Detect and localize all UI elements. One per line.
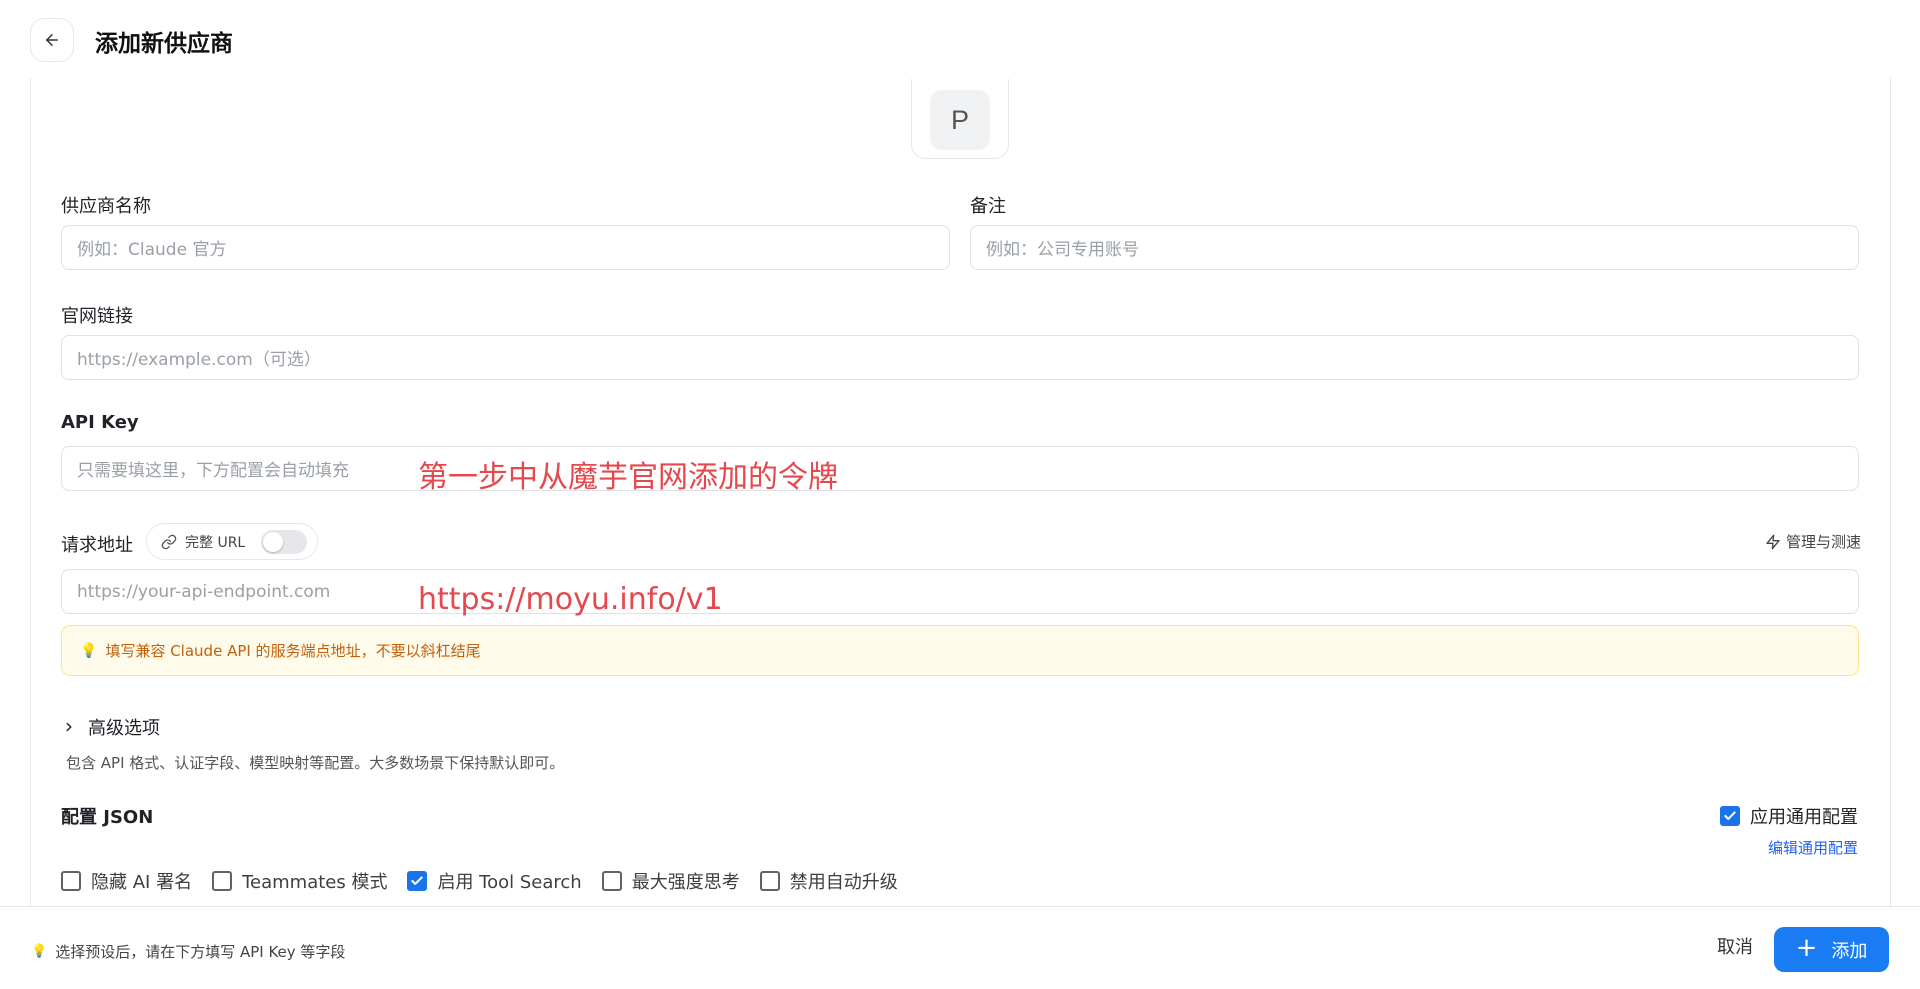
website-label: 官网链接 bbox=[61, 306, 133, 327]
website-input[interactable]: https://example.com（可选） bbox=[61, 335, 1859, 380]
endpoint-placeholder: https://your-api-endpoint.com bbox=[77, 581, 331, 602]
note-input[interactable]: 例如：公司专用账号 bbox=[970, 225, 1859, 270]
page-header: 添加新供应商 bbox=[0, 0, 1920, 78]
footer-tip: 💡 选择预设后，请在下方填写 API Key 等字段 bbox=[31, 941, 345, 962]
form-panel bbox=[30, 78, 1891, 908]
footer-tip-text: 选择预设后，请在下方填写 API Key 等字段 bbox=[55, 943, 346, 961]
option-max-thinking[interactable]: 最大强度思考 bbox=[601, 868, 740, 894]
endpoint-annotation: https://moyu.info/v1 bbox=[418, 582, 723, 617]
apply-common-label: 应用通用配置 bbox=[1750, 807, 1858, 828]
advanced-options-toggle[interactable]: 高级选项 bbox=[62, 714, 160, 740]
provider-name-placeholder: 例如：Claude 官方 bbox=[77, 240, 227, 260]
chevron-right-icon bbox=[66, 722, 72, 732]
arrow-left-icon bbox=[46, 34, 58, 46]
add-button[interactable]: + 添加 bbox=[1774, 927, 1889, 972]
apply-common-checkbox[interactable] bbox=[1720, 806, 1740, 826]
full-url-toggle-chip[interactable]: 完整 URL bbox=[146, 523, 318, 560]
endpoint-input[interactable]: https://your-api-endpoint.com bbox=[61, 569, 1859, 614]
provider-name-input[interactable]: 例如：Claude 官方 bbox=[61, 225, 950, 270]
config-json-label: 配置 JSON bbox=[61, 807, 154, 828]
option-hide-ai-signature[interactable]: 隐藏 AI 署名 bbox=[61, 868, 192, 894]
footer-bar: 💡 选择预设后，请在下方填写 API Key 等字段 取消 + 添加 bbox=[0, 906, 1920, 989]
add-button-label: 添加 bbox=[1831, 940, 1868, 962]
option-label: Teammates 模式 bbox=[242, 872, 388, 893]
endpoint-label: 请求地址 bbox=[61, 535, 133, 556]
note-label: 备注 bbox=[970, 196, 1006, 217]
option-label: 禁用自动升级 bbox=[789, 872, 898, 893]
website-placeholder: https://example.com（可选） bbox=[77, 350, 321, 370]
check-icon bbox=[411, 876, 424, 885]
switch-knob bbox=[263, 532, 283, 552]
provider-name-label: 供应商名称 bbox=[61, 196, 151, 217]
apply-common-config[interactable]: 应用通用配置 bbox=[1720, 803, 1858, 829]
api-key-input[interactable]: 只需要填这里，下方配置会自动填充 bbox=[61, 446, 1859, 491]
endpoint-hint: 💡 填写兼容 Claude API 的服务端点地址，不要以斜杠结尾 bbox=[61, 625, 1859, 676]
advanced-options-description: 包含 API 格式、认证字段、模型映射等配置。大多数场景下保持默认即可。 bbox=[66, 754, 565, 772]
full-url-label: 完整 URL bbox=[185, 534, 246, 551]
option-disable-auto-upgrade[interactable]: 禁用自动升级 bbox=[759, 868, 898, 894]
teammates-mode-checkbox[interactable] bbox=[212, 871, 233, 891]
manage-speedtest-label: 管理与测速 bbox=[1785, 533, 1861, 551]
back-button[interactable] bbox=[30, 18, 74, 62]
provider-avatar[interactable]: P bbox=[911, 79, 1009, 159]
edit-common-config-link[interactable]: 编辑通用配置 bbox=[1768, 837, 1858, 858]
config-options-row: 隐藏 AI 署名 Teammates 模式 启用 Tool Search 最大强… bbox=[61, 868, 918, 894]
max-thinking-checkbox[interactable] bbox=[601, 871, 622, 891]
cancel-button[interactable]: 取消 bbox=[1717, 933, 1753, 959]
api-key-label: API Key bbox=[61, 412, 139, 433]
full-url-switch[interactable] bbox=[261, 530, 307, 554]
lightbulb-icon: 💡 bbox=[80, 642, 98, 659]
enable-tool-search-checkbox[interactable] bbox=[407, 871, 428, 891]
option-label: 最大强度思考 bbox=[631, 872, 740, 893]
option-label: 隐藏 AI 署名 bbox=[91, 872, 193, 893]
lightbulb-icon: 💡 bbox=[31, 944, 48, 959]
option-teammates-mode[interactable]: Teammates 模式 bbox=[212, 868, 387, 894]
api-key-placeholder: 只需要填这里，下方配置会自动填充 bbox=[77, 461, 349, 481]
plus-icon: + bbox=[1795, 933, 1818, 963]
endpoint-hint-text: 填写兼容 Claude API 的服务端点地址，不要以斜杠结尾 bbox=[105, 642, 481, 660]
manage-speedtest-link[interactable]: 管理与测速 bbox=[1765, 531, 1861, 552]
link-icon bbox=[161, 534, 177, 549]
note-placeholder: 例如：公司专用账号 bbox=[986, 240, 1139, 260]
lightning-icon bbox=[1766, 534, 1780, 549]
hide-ai-signature-checkbox[interactable] bbox=[61, 871, 81, 891]
page-title: 添加新供应商 bbox=[95, 31, 233, 57]
option-label: 启用 Tool Search bbox=[437, 872, 582, 893]
disable-auto-upgrade-checkbox[interactable] bbox=[759, 871, 780, 891]
api-key-annotation: 第一步中从魔芋官网添加的令牌 bbox=[418, 460, 838, 495]
avatar-letter: P bbox=[930, 90, 990, 150]
check-icon bbox=[1724, 811, 1736, 820]
option-enable-tool-search[interactable]: 启用 Tool Search bbox=[407, 868, 582, 894]
advanced-options-title: 高级选项 bbox=[88, 718, 160, 739]
